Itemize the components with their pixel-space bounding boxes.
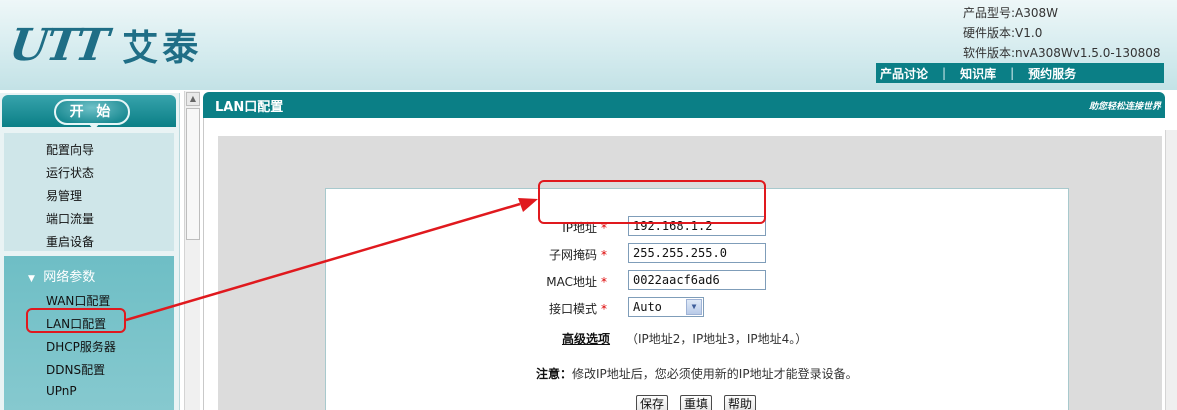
sidebar-item-ddns-config[interactable]: DDNS配置: [46, 361, 105, 378]
subnet-mask-label: 子网掩码 *: [548, 248, 607, 262]
page-title: LAN口配置: [215, 100, 284, 115]
sidebar-item-port-traffic[interactable]: 端口流量: [46, 210, 94, 227]
triangle-down-icon: ▼: [28, 274, 35, 284]
content-area: IP地址* 子网掩码* MAC地址* 接口模式* Auto ▼ 高级选项 （IP…: [203, 118, 1165, 410]
mac-address-label: MAC地址 *: [546, 275, 607, 289]
sidebar-scrollbar[interactable]: ▲: [184, 91, 200, 410]
scroll-up-icon[interactable]: ▲: [186, 92, 200, 106]
mac-address-input[interactable]: [628, 270, 766, 290]
divider: |: [1010, 66, 1015, 80]
sidebar-item-dhcp-server[interactable]: DHCP服务器: [46, 338, 116, 355]
sidebar-item-wan-config[interactable]: WAN口配置: [46, 292, 110, 309]
link-product-discussion[interactable]: 产品讨论: [876, 65, 932, 82]
sidebar-item-setup-wizard[interactable]: 配置向导: [46, 141, 94, 158]
interface-mode-label: 接口模式 *: [548, 302, 607, 316]
note-label: 注意：: [536, 367, 573, 381]
slogan: 助您轻松连接世界: [1088, 102, 1161, 112]
link-book-service[interactable]: 预约服务: [1024, 65, 1080, 82]
router-admin-page: UTT 艾泰 产品型号:A308W 硬件版本:V1.0 软件版本:nvA308W…: [0, 0, 1177, 410]
header: UTT 艾泰 产品型号:A308W 硬件版本:V1.0 软件版本:nvA308W…: [0, 0, 1177, 90]
logo-text: 艾泰: [122, 28, 203, 69]
logo-mark: UTT: [6, 19, 110, 71]
link-knowledge-base[interactable]: 知识库: [956, 65, 1000, 82]
sidebar-item-upnp[interactable]: UPnP: [46, 384, 77, 398]
group-label: 网络参数: [43, 270, 96, 285]
product-info: 产品型号:A308W 硬件版本:V1.0 软件版本:nvA308Wv1.5.0-…: [963, 3, 1161, 63]
sidebar-item-reboot[interactable]: 重启设备: [46, 233, 94, 250]
selected-mode: Auto: [633, 300, 662, 314]
required-mark: *: [601, 248, 607, 262]
sidebar-item-easy-manage[interactable]: 易管理: [46, 187, 82, 204]
content-background: IP地址* 子网掩码* MAC地址* 接口模式* Auto ▼ 高级选项 （IP…: [218, 136, 1162, 410]
subnet-mask-input[interactable]: [628, 243, 766, 263]
brand-logo: UTT 艾泰: [6, 20, 203, 71]
interface-mode-select[interactable]: Auto ▼: [628, 297, 704, 317]
scroll-thumb[interactable]: [186, 108, 200, 240]
ip-highlight-box: [538, 180, 766, 224]
save-button[interactable]: 保存: [636, 395, 669, 410]
content-scrollbar[interactable]: [1165, 130, 1177, 410]
required-mark: *: [601, 302, 607, 316]
start-bar: 开 始: [2, 95, 176, 130]
advanced-options-link[interactable]: 高级选项: [562, 330, 610, 347]
advanced-options-hint: （IP地址2，IP地址3，IP地址4。）: [626, 332, 808, 346]
required-mark: *: [601, 275, 607, 289]
help-button[interactable]: 帮助: [724, 395, 757, 410]
sidebar-item-run-status[interactable]: 运行状态: [46, 164, 94, 181]
software-version: 软件版本:nvA308Wv1.5.0-130808: [963, 46, 1161, 60]
start-arrow-icon: [88, 123, 100, 130]
ip-change-note: 注意：修改IP地址后，您必须使用新的IP地址才能登录设备。: [536, 365, 858, 382]
divider: |: [942, 66, 947, 80]
refill-button[interactable]: 重填: [680, 395, 713, 410]
sidebar-group-network-params[interactable]: ▼ 网络参数: [28, 266, 95, 285]
content-title-bar: LAN口配置 助您轻松连接世界: [203, 92, 1165, 118]
start-button[interactable]: 开 始: [54, 99, 130, 125]
top-links-bar: 产品讨论 | 知识库 | 预约服务: [876, 63, 1164, 83]
chevron-down-icon[interactable]: ▼: [686, 299, 702, 315]
sidebar: 开 始 配置向导 运行状态 易管理 端口流量 重启设备 ▼ 网络参数 WAN口配…: [0, 93, 180, 410]
product-model: 产品型号:A308W: [963, 6, 1059, 20]
hardware-version: 硬件版本:V1.0: [963, 26, 1043, 40]
lan-menu-highlight-box: [26, 308, 126, 333]
note-text: 修改IP地址后，您必须使用新的IP地址才能登录设备。: [572, 367, 858, 381]
